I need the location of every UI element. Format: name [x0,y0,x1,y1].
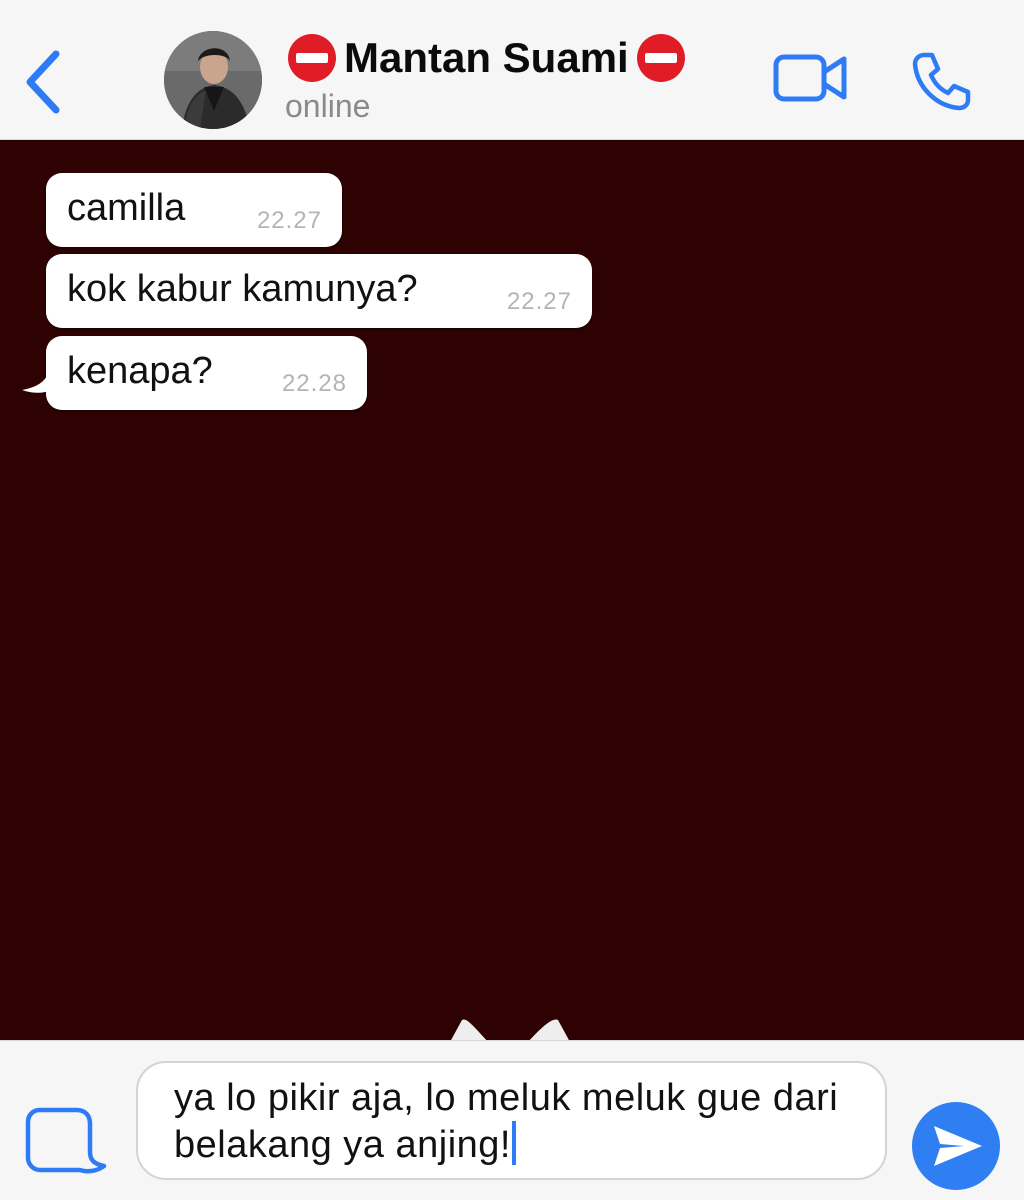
back-chevron-icon[interactable] [18,44,78,120]
message-input-value: ya lo pikir aja, lo meluk meluk gue dari… [174,1077,839,1166]
bubble-tail [22,362,54,393]
message-bubble[interactable]: camilla 22.27 [46,173,342,247]
message-text: kok kabur kamunya? [67,268,418,310]
message-time: 22.28 [281,370,347,397]
send-icon [934,1126,982,1166]
no-entry-icon [288,34,336,82]
message-time: 22.27 [256,207,322,234]
no-entry-icon [636,34,685,82]
sticker-icon[interactable] [24,1106,108,1178]
contact-title[interactable]: Mantan Suami [288,34,685,82]
phone-icon[interactable] [910,50,972,112]
avatar-photo [164,31,262,129]
message-time: 22.27 [506,288,572,315]
text-caret [511,1121,516,1165]
message-bubble[interactable]: kok kabur kamunya? 22.27 [46,254,592,328]
message-list[interactable]: camilla 22.27 kok kabur kamunya? 22.27 k… [0,141,1024,1039]
message-input-text: ya lo pikir aja, lo meluk meluk gue dari… [174,1075,854,1168]
message-input[interactable]: ya lo pikir aja, lo meluk meluk gue dari… [136,1061,887,1180]
video-camera-icon[interactable] [772,52,848,104]
message-text: camilla [67,187,186,229]
send-button[interactable] [912,1102,1000,1190]
cat-ears-decoration [450,1019,570,1042]
message-text: kenapa? [67,350,213,392]
avatar[interactable] [164,31,262,129]
chat-header: Mantan Suami online [0,0,1024,140]
contact-status: online [285,88,371,124]
message-bubble[interactable]: kenapa? 22.28 [46,336,367,410]
contact-name: Mantan Suami [344,34,629,81]
